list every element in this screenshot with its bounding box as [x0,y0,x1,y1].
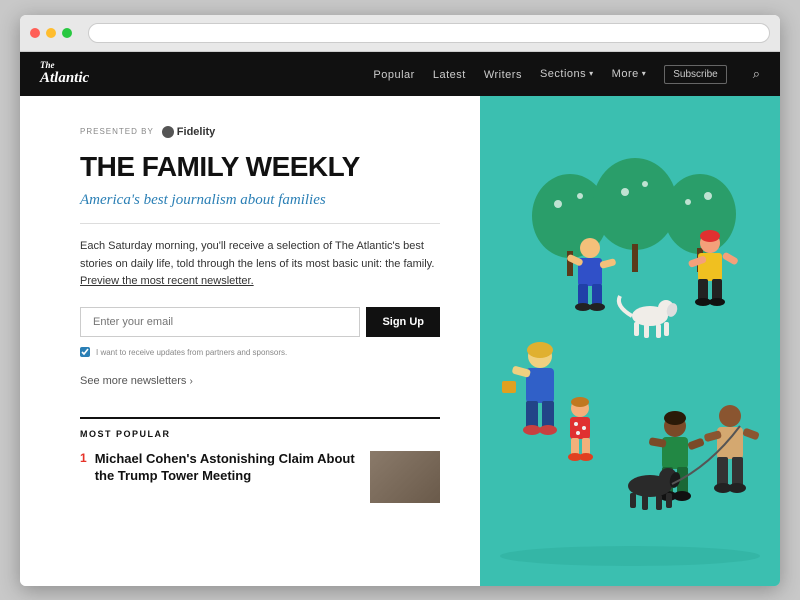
illustration-panel [480,96,780,586]
minimize-dot[interactable] [46,28,56,38]
nav-item-popular[interactable]: Popular [373,65,414,83]
close-dot[interactable] [30,28,40,38]
newsletter-description: Each Saturday morning, you'll receive a … [80,238,440,291]
partner-updates-checkbox[interactable] [80,347,90,357]
subscribe-button[interactable]: Subscribe [664,65,726,84]
illustration [480,96,780,586]
most-popular-section: MOST POPULAR 1 Michael Cohen's Astonishi… [80,417,440,503]
partner-updates-label: I want to receive updates from partners … [96,348,287,357]
chevron-down-icon: ▾ [642,69,647,78]
fidelity-icon [162,126,174,138]
address-bar[interactable] [88,23,770,43]
main-nav: The Atlantic Popular Latest Writers Sect… [20,52,780,96]
browser-window: The Atlantic Popular Latest Writers Sect… [20,15,780,586]
newsletter-subtitle: America's best journalism about families [80,192,440,209]
nav-item-sections[interactable]: Sections ▾ [540,68,594,80]
nav-item-search[interactable]: ⌕ [745,65,760,83]
nav-item-more[interactable]: More ▾ [612,68,647,80]
nav-links: Popular Latest Writers Sections ▾ More ▾… [373,64,760,84]
nav-item-subscribe[interactable]: Subscribe [664,64,726,84]
maximize-dot[interactable] [62,28,72,38]
preview-link[interactable]: Preview the most recent newsletter. [80,275,254,287]
newsletter-title: THE FAMILY WEEKLY [80,152,440,183]
popular-item-1: 1 Michael Cohen's Astonishing Claim Abou… [80,451,440,503]
illustration-svg [480,96,780,586]
signup-button[interactable]: Sign Up [366,307,440,337]
popular-title-1[interactable]: Michael Cohen's Astonishing Claim About … [95,451,362,485]
divider [80,223,440,224]
checkbox-row: I want to receive updates from partners … [80,347,440,357]
popular-number-1: 1 [80,451,87,465]
presented-by-label: PRESENTED BY [80,127,154,136]
more-newsletters-link[interactable]: See more newsletters › [80,375,193,387]
email-form: Sign Up [80,307,440,337]
most-popular-heading: MOST POPULAR [80,429,440,439]
logo-the: The [40,61,89,70]
email-input[interactable] [80,307,360,337]
chevron-down-icon: ▾ [589,69,594,78]
logo-atlantic: Atlantic [40,70,89,86]
site-logo: The Atlantic [40,61,89,86]
search-icon[interactable]: ⌕ [753,66,760,81]
fidelity-name: Fidelity [177,126,216,138]
main-content: PRESENTED BY Fidelity THE FAMILY WEEKLY … [20,96,780,586]
chevron-right-icon: › [189,376,192,387]
fidelity-logo: Fidelity [162,126,216,138]
popular-thumbnail-image-1 [370,451,440,503]
popular-thumbnail-1 [370,451,440,503]
presented-by-row: PRESENTED BY Fidelity [80,126,440,138]
nav-item-writers[interactable]: Writers [484,65,522,83]
nav-item-latest[interactable]: Latest [433,65,466,83]
left-panel: PRESENTED BY Fidelity THE FAMILY WEEKLY … [20,96,480,586]
browser-chrome [20,15,780,52]
